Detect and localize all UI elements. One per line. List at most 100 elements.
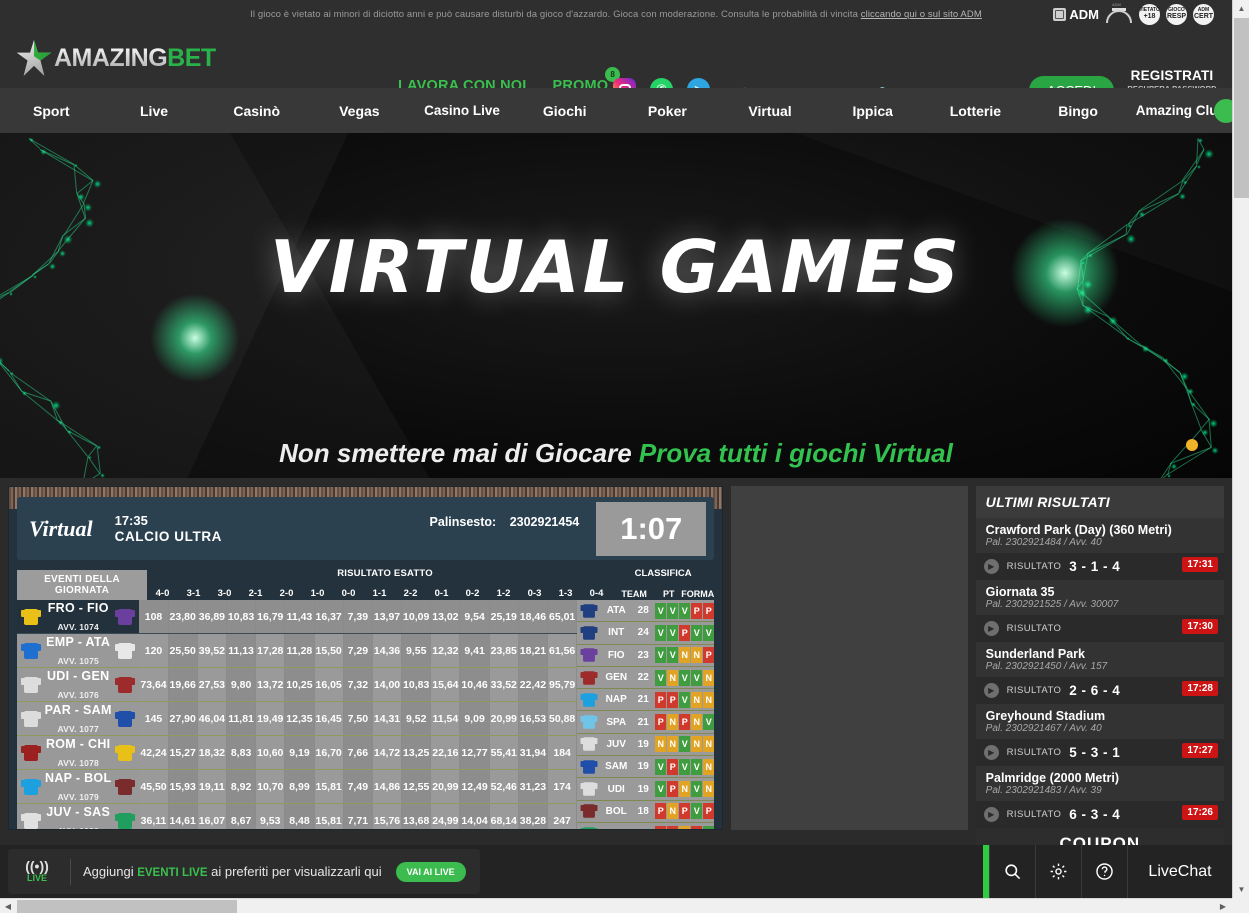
odd-cell[interactable]: 25,19 [490, 600, 519, 633]
odd-cell[interactable]: 13,25 [402, 736, 431, 769]
odd-cell[interactable]: 95,79 [548, 668, 577, 701]
odd-cell[interactable]: 20,99 [431, 770, 460, 803]
play-icon[interactable]: ▶ [984, 621, 999, 636]
vertical-scroll-thumb[interactable] [1234, 18, 1249, 198]
odd-cell[interactable]: 12,77 [460, 736, 489, 769]
odd-cell[interactable]: 16,37 [315, 600, 344, 633]
odd-cell[interactable]: 13,97 [373, 600, 402, 633]
scroll-down-arrow[interactable]: ▼ [1233, 881, 1249, 898]
odd-cell[interactable]: 13,02 [431, 600, 460, 633]
nav-item-sport[interactable]: Sport [0, 104, 103, 118]
odd-cell[interactable]: 12,35 [285, 702, 314, 735]
odd-cell[interactable]: 42,24 [139, 736, 168, 769]
odd-cell[interactable]: 7,50 [344, 702, 373, 735]
odd-cell[interactable]: 18,32 [198, 736, 227, 769]
odd-cell[interactable]: 9,41 [460, 634, 489, 667]
odd-cell[interactable]: 68,14 [490, 804, 519, 830]
odd-cell[interactable]: 7,66 [344, 736, 373, 769]
result-line[interactable]: ▶ RISULTATO 6 - 3 - 4 17:26 [976, 801, 1224, 828]
odd-cell[interactable]: 247 [548, 804, 577, 830]
odd-cell[interactable]: 9,55 [402, 634, 431, 667]
odd-cell[interactable]: 12,49 [460, 770, 489, 803]
result-event[interactable]: Giornata 35 Pal. 2302921525 / Avv. 30007 [976, 580, 1224, 615]
odd-cell[interactable]: 10,70 [256, 770, 285, 803]
disclaimer-link[interactable]: cliccando qui o sul sito ADM [861, 9, 982, 20]
nav-item-casino[interactable]: Casinò [205, 104, 308, 118]
hero-banner[interactable]: VIRTUAL GAMES Non smettere mai di Giocar… [0, 133, 1232, 478]
odd-cell[interactable]: 15,50 [315, 634, 344, 667]
livechat-button[interactable]: LiveChat [1127, 845, 1232, 898]
odd-cell[interactable]: 12,32 [431, 634, 460, 667]
play-icon[interactable]: ▶ [984, 807, 999, 822]
odd-cell[interactable]: 36,89 [198, 600, 227, 633]
play-icon[interactable]: ▶ [984, 745, 999, 760]
odd-cell[interactable]: 10,83 [402, 668, 431, 701]
odd-cell[interactable]: 46,04 [198, 702, 227, 735]
odd-cell[interactable]: 11,28 [285, 634, 314, 667]
odd-cell[interactable]: 9,54 [460, 600, 489, 633]
result-line[interactable]: ▶ RISULTATO 2 - 6 - 4 17:28 [976, 677, 1224, 704]
odd-cell[interactable]: 27,90 [169, 702, 198, 735]
odd-cell[interactable]: 8,83 [227, 736, 256, 769]
odd-cell[interactable]: 10,46 [460, 668, 489, 701]
odd-cell[interactable]: 14,86 [373, 770, 402, 803]
horizontal-scrollbar[interactable]: ◀ ▶ [0, 898, 1249, 913]
odd-cell[interactable]: 36,11 [139, 804, 168, 830]
nav-item-live[interactable]: Live [103, 104, 206, 118]
nav-item-vegas[interactable]: Vegas [308, 104, 411, 118]
odd-cell[interactable]: 16,79 [256, 600, 285, 633]
odd-cell[interactable]: 15,81 [315, 804, 344, 830]
odd-cell[interactable]: 15,93 [169, 770, 198, 803]
odd-cell[interactable]: 14,61 [169, 804, 198, 830]
gear-icon[interactable] [1035, 845, 1081, 898]
odd-cell[interactable]: 11,81 [227, 702, 256, 735]
odd-cell[interactable]: 145 [139, 702, 168, 735]
nav-item-giochi[interactable]: Giochi [513, 104, 616, 118]
odd-cell[interactable]: 52,46 [490, 770, 519, 803]
event-row[interactable]: ROM - CHI AVV. 1078 [17, 736, 139, 770]
vertical-scrollbar[interactable]: ▲ ▼ [1232, 0, 1249, 898]
odd-cell[interactable]: 31,94 [519, 736, 548, 769]
odd-cell[interactable]: 38,28 [519, 804, 548, 830]
odd-cell[interactable]: 14,04 [460, 804, 489, 830]
nav-item-lotterie[interactable]: Lotterie [924, 104, 1027, 118]
odd-cell[interactable]: 15,76 [373, 804, 402, 830]
odd-cell[interactable]: 25,50 [169, 634, 198, 667]
odd-cell[interactable]: 55,41 [490, 736, 519, 769]
play-icon[interactable]: ▶ [984, 683, 999, 698]
odd-cell[interactable]: 23,85 [490, 634, 519, 667]
nav-item-virtual[interactable]: Virtual [719, 104, 822, 118]
result-event[interactable]: Greyhound Stadium Pal. 2302921467 / Avv. … [976, 704, 1224, 739]
event-row[interactable]: UDI - GEN AVV. 1076 [17, 668, 139, 702]
nav-item-bingo[interactable]: Bingo [1027, 104, 1130, 118]
odd-cell[interactable]: 50,88 [548, 702, 577, 735]
odd-cell[interactable]: 22,42 [519, 668, 548, 701]
nav-item-poker[interactable]: Poker [616, 104, 719, 118]
odd-cell[interactable]: 8,92 [227, 770, 256, 803]
site-logo[interactable]: AMAZINGBET [16, 40, 216, 76]
odd-cell[interactable]: 10,25 [285, 668, 314, 701]
event-row[interactable]: JUV - SAS AVV. 1080 [17, 804, 139, 830]
play-icon[interactable]: ▶ [984, 559, 999, 574]
odd-cell[interactable]: 8,48 [285, 804, 314, 830]
odd-cell[interactable]: 9,52 [402, 702, 431, 735]
result-line[interactable]: ▶ RISULTATO 5 - 3 - 1 17:27 [976, 739, 1224, 766]
odd-cell[interactable]: 24,99 [431, 804, 460, 830]
odd-cell[interactable]: 16,05 [315, 668, 344, 701]
odd-cell[interactable]: 19,49 [256, 702, 285, 735]
odd-cell[interactable]: 18,21 [519, 634, 548, 667]
nav-item-ippica[interactable]: Ippica [821, 104, 924, 118]
odd-cell[interactable]: 16,45 [315, 702, 344, 735]
event-row[interactable]: PAR - SAM AVV. 1077 [17, 702, 139, 736]
result-event[interactable]: Palmridge (2000 Metri) Pal. 2302921483 / … [976, 766, 1224, 801]
scroll-left-arrow[interactable]: ◀ [0, 899, 16, 913]
odd-cell[interactable]: 9,53 [256, 804, 285, 830]
odd-cell[interactable]: 8,99 [285, 770, 314, 803]
odd-cell[interactable]: 8,67 [227, 804, 256, 830]
odd-cell[interactable]: 16,70 [315, 736, 344, 769]
odd-cell[interactable]: 18,46 [519, 600, 548, 633]
odd-cell[interactable]: 9,80 [227, 668, 256, 701]
result-event[interactable]: Crawford Park (Day) (360 Metri) Pal. 2302… [976, 518, 1224, 553]
odd-cell[interactable]: 120 [139, 634, 168, 667]
odd-cell[interactable]: 20,99 [490, 702, 519, 735]
